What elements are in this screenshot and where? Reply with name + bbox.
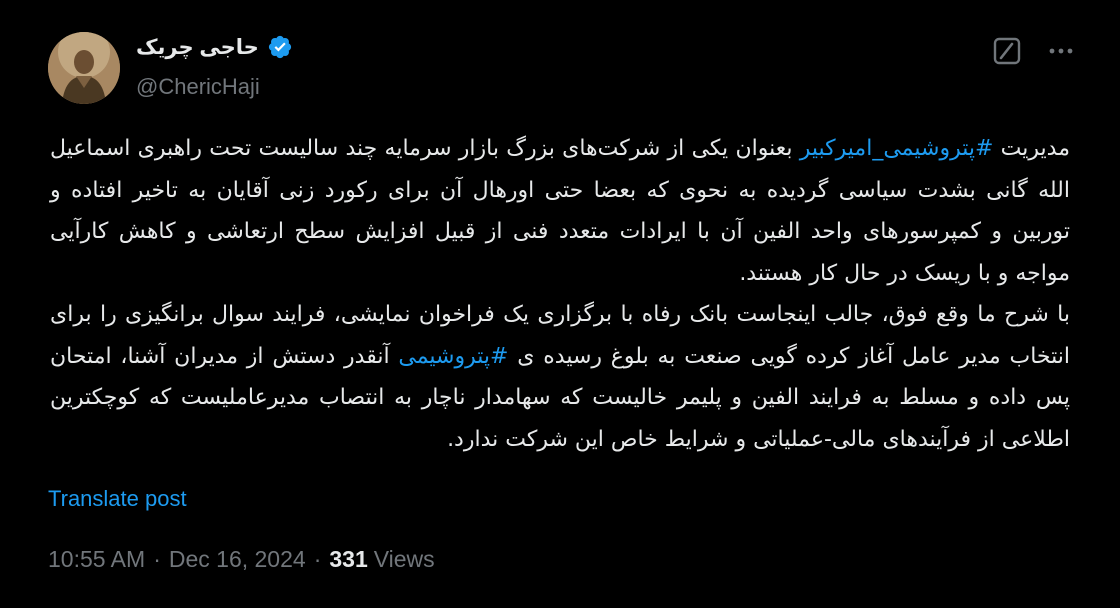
tweet-time[interactable]: 10:55 AM — [48, 546, 145, 573]
author-handle[interactable]: @ChericHaji — [136, 74, 260, 100]
views-label: Views — [373, 546, 435, 572]
profile-photo-icon — [48, 32, 120, 104]
tweet-meta: 10:55 AM · Dec 16, 2024 · 331 Views — [48, 546, 435, 573]
tweet: حاجی چریک @ChericHaji مدیریت #پتروشیمی_ا… — [0, 0, 1120, 608]
tweet-text-segment: مدیریت — [993, 136, 1071, 161]
meta-separator: · — [153, 546, 161, 572]
translate-post-link[interactable]: Translate post — [48, 486, 187, 512]
top-actions — [992, 36, 1076, 66]
verified-badge-icon[interactable] — [267, 34, 293, 60]
meta-separator: · — [313, 546, 322, 572]
avatar[interactable] — [48, 32, 120, 104]
grok-icon[interactable] — [992, 36, 1022, 66]
tweet-text: مدیریت #پتروشیمی_امیرکبیر بعنوان یکی از … — [50, 128, 1070, 460]
author-name-row[interactable]: حاجی چریک — [136, 34, 293, 60]
tweet-date[interactable]: Dec 16, 2024 — [169, 546, 306, 573]
views-count: 331 — [329, 546, 368, 572]
hashtag-link[interactable]: #پتروشیمی — [398, 344, 508, 369]
tweet-paragraph-2: با شرح ما وقع فوق، جالب اینجاست بانک رفا… — [50, 294, 1070, 460]
author-name[interactable]: حاجی چریک — [136, 35, 259, 60]
more-icon[interactable] — [1046, 36, 1076, 66]
tweet-paragraph-1: مدیریت #پتروشیمی_امیرکبیر بعنوان یکی از … — [50, 128, 1070, 294]
hashtag-link[interactable]: #پتروشیمی_امیرکبیر — [800, 136, 994, 161]
